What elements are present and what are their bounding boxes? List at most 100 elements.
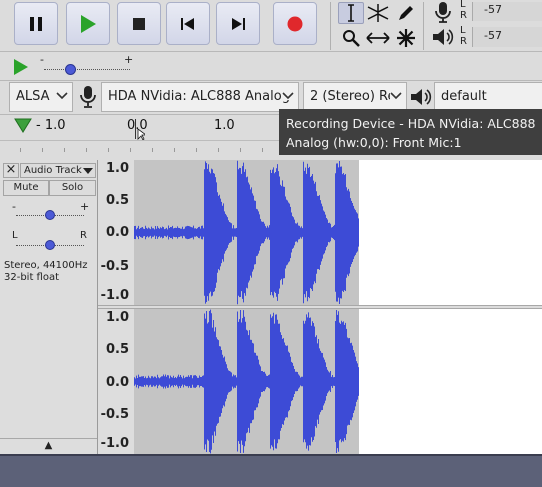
pan-left-label: L <box>12 230 18 241</box>
track-name: Audio Track <box>24 165 82 176</box>
speaker-icon <box>433 29 454 45</box>
asterisk-icon <box>397 29 415 47</box>
record-meter-r: R <box>460 10 467 21</box>
toolbar-divider <box>0 51 542 52</box>
track-info: Stereo, 44100Hz 32-bit float <box>4 260 88 284</box>
play-meter-r: R <box>460 36 467 47</box>
pause-button[interactable] <box>14 2 58 45</box>
gain-slider-min: - <box>12 200 16 213</box>
record-icon <box>287 16 303 31</box>
double-arrow-icon <box>366 32 390 44</box>
stop-button[interactable] <box>117 2 161 45</box>
ruler-play-head-button[interactable] <box>14 118 32 137</box>
channel-2-scale: 1.0 0.5 0.0 -0.5 -1.0 <box>98 309 134 454</box>
skip-end-icon <box>232 17 245 30</box>
zoom-tool-button[interactable] <box>338 27 364 49</box>
speed-slider-track[interactable] <box>44 69 130 71</box>
draw-tool-button[interactable] <box>393 2 419 24</box>
play-meter-bar[interactable] <box>472 27 542 47</box>
envelope-icon <box>367 4 389 22</box>
play-icon <box>14 59 28 75</box>
audio-host-dropdown[interactable]: ALSA <box>9 82 73 112</box>
speed-slider-max: + <box>124 53 134 66</box>
scale-label: 0.5 <box>105 342 129 357</box>
audio-host-value: ALSA <box>16 89 50 104</box>
scale-label: 1.0 <box>105 161 129 176</box>
ruler-tick-label: - 1.0 <box>36 118 66 133</box>
i-beam-icon <box>348 4 354 22</box>
scale-label: 0.5 <box>105 193 129 208</box>
stop-icon <box>133 17 145 30</box>
recording-channels-dropdown[interactable]: 2 (Stereo) Re <box>303 82 407 112</box>
microphone-icon <box>435 2 451 23</box>
pencil-icon <box>399 6 413 20</box>
chevron-down-icon <box>282 92 294 100</box>
scale-label: -0.5 <box>100 407 129 422</box>
recording-channels-value: 2 (Stereo) Re <box>310 89 396 104</box>
channel-1-scale: 1.0 0.5 0.0 -0.5 -1.0 <box>98 160 134 307</box>
toolbar-separator <box>330 2 331 50</box>
recording-device-dropdown[interactable]: HDA NVidia: ALC888 Analog <box>101 82 299 112</box>
microphone-icon <box>80 86 96 108</box>
ruler-zero-line <box>135 119 136 139</box>
play-meter-value: -57 <box>484 29 502 42</box>
track-close-button[interactable]: × <box>3 163 19 178</box>
speed-slider-thumb[interactable] <box>64 64 76 75</box>
tooltip-line-2: Analog (hw:0,0): Front Mic:1 <box>286 135 462 150</box>
magnifier-icon <box>343 30 360 47</box>
playback-device-icon <box>410 87 432 110</box>
time-shift-tool-button[interactable] <box>365 27 391 49</box>
gain-slider-thumb[interactable] <box>45 210 55 220</box>
pause-icon <box>30 16 42 31</box>
triangle-down-icon <box>14 118 32 133</box>
recording-device-value: HDA NVidia: ALC888 Analog <box>108 89 290 104</box>
skip-start-icon <box>181 17 194 30</box>
track-control-panel: × Audio Track Mute Solo - + L R Stereo, … <box>0 160 98 454</box>
envelope-tool-button[interactable] <box>365 2 391 24</box>
play-meter-icon[interactable] <box>432 27 454 50</box>
gain-slider-max: + <box>80 200 90 213</box>
recording-device-icon <box>78 85 98 112</box>
pan-right-label: R <box>80 230 87 241</box>
ruler-tick-label: 1.0 <box>214 118 235 133</box>
play-at-speed-button[interactable] <box>12 58 30 79</box>
selection-tool-button[interactable] <box>338 2 364 24</box>
channel-1-waveform <box>134 160 359 305</box>
scale-label: -1.0 <box>100 436 129 451</box>
mute-button[interactable]: Mute <box>3 180 49 196</box>
track-sample-format: 32-bit float <box>4 272 60 283</box>
record-meter-icon[interactable] <box>432 1 454 26</box>
playback-device-value: default <box>441 89 487 104</box>
play-icon <box>81 14 96 33</box>
play-meter-l: L <box>460 25 466 36</box>
track-format: Stereo, 44100Hz <box>4 260 88 271</box>
scale-label: 1.0 <box>105 310 129 325</box>
toolbar-divider <box>0 80 542 81</box>
pan-slider-thumb[interactable] <box>45 240 55 250</box>
multi-tool-button[interactable] <box>393 27 419 49</box>
channel-2-waveform <box>134 309 359 454</box>
record-meter-l: L <box>460 0 466 10</box>
track-menu-button[interactable]: Audio Track <box>20 163 96 178</box>
record-button[interactable] <box>273 2 317 45</box>
speaker-icon <box>411 89 432 105</box>
play-button[interactable] <box>66 2 110 45</box>
track-bottom-border <box>0 454 542 456</box>
speed-slider-min: - <box>40 53 44 66</box>
scale-label: -1.0 <box>100 288 129 303</box>
scale-label: -0.5 <box>100 259 129 274</box>
tooltip-line-1: Recording Device - HDA NVidia: ALC888 <box>286 116 536 131</box>
caret-down-icon <box>83 168 93 174</box>
collapse-track-button[interactable]: ▲ <box>0 439 97 454</box>
record-meter-value: -57 <box>484 3 502 16</box>
skip-to-start-button[interactable] <box>166 2 210 45</box>
toolbar-separator <box>423 2 424 50</box>
solo-button[interactable]: Solo <box>49 180 96 196</box>
chevron-down-icon <box>56 92 68 100</box>
record-meter-bar[interactable] <box>472 2 542 21</box>
chevron-down-icon <box>390 92 402 100</box>
recording-device-tooltip: Recording Device - HDA NVidia: ALC888 An… <box>279 109 542 155</box>
scale-label: 0.0 <box>105 225 129 240</box>
playback-device-dropdown[interactable]: default <box>434 82 542 112</box>
skip-to-end-button[interactable] <box>216 2 260 45</box>
